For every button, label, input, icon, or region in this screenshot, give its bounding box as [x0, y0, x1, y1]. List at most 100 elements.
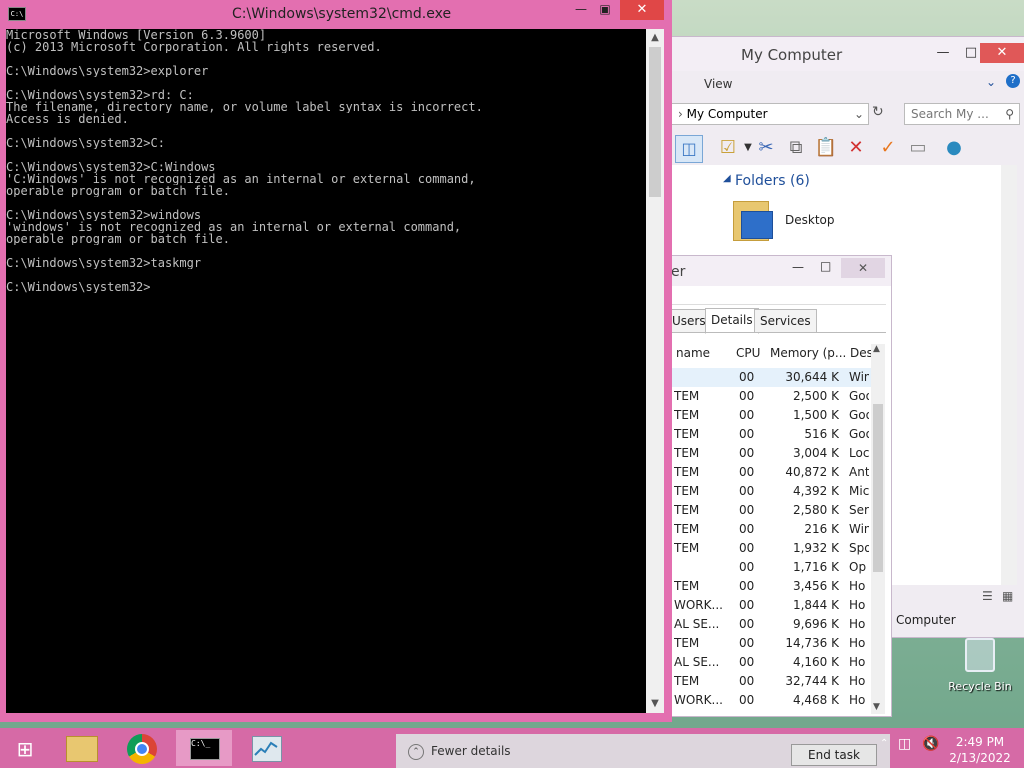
- recycle-bin[interactable]: Recycle Bin: [945, 638, 1015, 698]
- process-name: TEM: [674, 674, 700, 688]
- explorer-titlebar[interactable]: My Computer — □ ✕: [646, 37, 1024, 71]
- nav-computer[interactable]: Computer: [896, 613, 956, 627]
- copy-icon[interactable]: ⧉: [783, 135, 809, 161]
- chrome-icon: [127, 734, 157, 764]
- search-input[interactable]: Search My ... ⚲: [904, 103, 1020, 125]
- ribbon-tab-view[interactable]: View: [704, 77, 732, 91]
- minimize-button[interactable]: —: [568, 2, 594, 20]
- table-row[interactable]: TEM 00 32,744 K Ho: [646, 672, 871, 691]
- scroll-down-icon[interactable]: ▼: [646, 695, 664, 713]
- collapse-icon[interactable]: ⌃: [408, 744, 424, 760]
- table-row[interactable]: TEM 00 1,500 K Goo: [646, 406, 871, 425]
- delete-icon[interactable]: ✕: [843, 135, 869, 161]
- column-header-description[interactable]: Des: [850, 346, 873, 360]
- large-icons-view-icon[interactable]: ▦: [1002, 589, 1013, 603]
- console-output[interactable]: Microsoft Windows [Version 6.3.9600] (c) …: [6, 29, 646, 713]
- table-row[interactable]: AL SE... 00 9,696 K Ho: [646, 615, 871, 634]
- start-button[interactable]: ⊞: [0, 730, 56, 766]
- table-row[interactable]: 00 30,644 K Win: [646, 368, 871, 387]
- fewer-details-link[interactable]: Fewer details: [431, 744, 511, 758]
- process-name: AL SE...: [674, 655, 720, 669]
- folders-group-header[interactable]: Folders (6): [735, 173, 810, 189]
- refresh-icon[interactable]: ↻: [872, 104, 884, 120]
- process-memory: 2,500 K: [792, 389, 839, 403]
- table-row[interactable]: TEM 00 2,500 K Goo: [646, 387, 871, 406]
- close-button[interactable]: ✕: [980, 43, 1024, 63]
- table-row[interactable]: WORK... 00 4,468 K Ho: [646, 691, 871, 710]
- clock[interactable]: 2:49 PM 2/13/2022: [946, 734, 1014, 766]
- minimize-button[interactable]: —: [792, 260, 804, 274]
- volume-muted-icon[interactable]: 🔇: [922, 736, 939, 752]
- taskbar-task-manager[interactable]: [238, 730, 294, 766]
- table-row[interactable]: 00 1,716 K Op: [646, 558, 871, 577]
- table-row[interactable]: TEM 00 1,932 K Spo: [646, 539, 871, 558]
- table-row[interactable]: TEM 00 40,872 K Ant: [646, 463, 871, 482]
- table-row[interactable]: TEM 00 4,392 K Mic: [646, 482, 871, 501]
- scroll-up-icon[interactable]: ▲: [646, 29, 664, 47]
- table-row[interactable]: TEM 00 3,456 K Ho: [646, 577, 871, 596]
- taskmgr-titlebar[interactable]: er — □ ✕: [646, 256, 891, 286]
- column-header-memory[interactable]: Memory (p...: [770, 346, 846, 360]
- console-line: C:\Windows\system32>: [6, 281, 151, 293]
- process-description: Win: [849, 522, 869, 536]
- process-name: TEM: [674, 522, 700, 536]
- table-row[interactable]: TEM 00 2,580 K Ser: [646, 501, 871, 520]
- show-hidden-icons-icon[interactable]: ⌃: [880, 738, 888, 749]
- close-button[interactable]: ✕: [620, 0, 664, 20]
- minimize-button[interactable]: —: [928, 43, 958, 63]
- process-cpu: 00: [739, 427, 755, 441]
- taskbar-file-explorer[interactable]: [52, 730, 108, 766]
- table-row[interactable]: TEM 00 216 K Win: [646, 520, 871, 539]
- process-cpu: 00: [739, 617, 755, 631]
- chevron-down-icon[interactable]: ⌄: [986, 75, 996, 89]
- checkmark-icon[interactable]: ✓: [875, 135, 901, 161]
- column-header-cpu[interactable]: CPU: [736, 346, 760, 360]
- tab-details[interactable]: Details: [705, 308, 759, 334]
- task-manager-window[interactable]: er — □ ✕ Users Details Services name CPU…: [645, 255, 892, 717]
- cmd-scrollbar[interactable]: ▲ ▼: [646, 29, 664, 713]
- scroll-up-icon[interactable]: ▲: [873, 344, 880, 354]
- table-row[interactable]: AL SE... 00 4,160 K Ho: [646, 653, 871, 672]
- table-row[interactable]: TEM 00 14,736 K Ho: [646, 634, 871, 653]
- help-icon[interactable]: ?: [1006, 74, 1020, 88]
- column-header-name[interactable]: name: [676, 346, 710, 360]
- maximize-button[interactable]: □: [820, 259, 831, 273]
- dropdown-icon[interactable]: ⌄: [854, 104, 864, 124]
- process-memory: 30,644 K: [785, 370, 839, 384]
- network-icon[interactable]: ◫: [898, 736, 911, 752]
- cmd-window[interactable]: C:\ C:\Windows\system32\cmd.exe — ▣ ✕ Mi…: [0, 0, 672, 722]
- taskmgr-scrollbar[interactable]: ▲ ▼: [871, 344, 885, 714]
- folder-desktop-label[interactable]: Desktop: [785, 213, 835, 227]
- collapse-icon[interactable]: ◢: [723, 173, 731, 184]
- network-icon[interactable]: ●: [941, 135, 967, 161]
- folder-icon[interactable]: [733, 197, 773, 241]
- address-bar[interactable]: › My Computer ⌄: [671, 103, 869, 125]
- process-memory: 216 K: [804, 522, 839, 536]
- scrollbar-thumb[interactable]: [873, 404, 883, 572]
- details-view-icon[interactable]: ☰: [982, 589, 993, 603]
- taskbar-cmd[interactable]: C:\_: [176, 730, 232, 766]
- layout-icon[interactable]: ◫: [675, 135, 703, 163]
- paste-icon[interactable]: 📋: [813, 135, 839, 161]
- table-row[interactable]: TEM 00 516 K Goo: [646, 425, 871, 444]
- cmd-titlebar[interactable]: C:\ C:\Windows\system32\cmd.exe — ▣ ✕: [0, 0, 672, 29]
- scroll-down-icon[interactable]: ▼: [873, 702, 880, 712]
- table-row[interactable]: TEM 00 3,004 K Loc: [646, 444, 871, 463]
- console-line: 'C:Windows' is not recognized as an inte…: [6, 173, 476, 185]
- process-description: Goo: [849, 408, 869, 422]
- close-button[interactable]: ✕: [841, 258, 885, 278]
- end-task-button[interactable]: End task: [791, 744, 877, 766]
- table-row[interactable]: WORK... 00 1,844 K Ho: [646, 596, 871, 615]
- taskbar-chrome[interactable]: [115, 730, 171, 766]
- scrollbar-thumb[interactable]: [649, 47, 661, 197]
- cut-icon[interactable]: ✂: [753, 135, 779, 161]
- tab-services[interactable]: Services: [754, 309, 817, 333]
- rename-icon[interactable]: ▭: [905, 135, 931, 161]
- chevron-right-icon: ›: [678, 107, 687, 121]
- task-manager-icon: [252, 736, 282, 762]
- maximize-button[interactable]: ▣: [592, 2, 618, 20]
- process-cpu: 00: [739, 655, 755, 669]
- explorer-scrollbar[interactable]: [1001, 165, 1017, 585]
